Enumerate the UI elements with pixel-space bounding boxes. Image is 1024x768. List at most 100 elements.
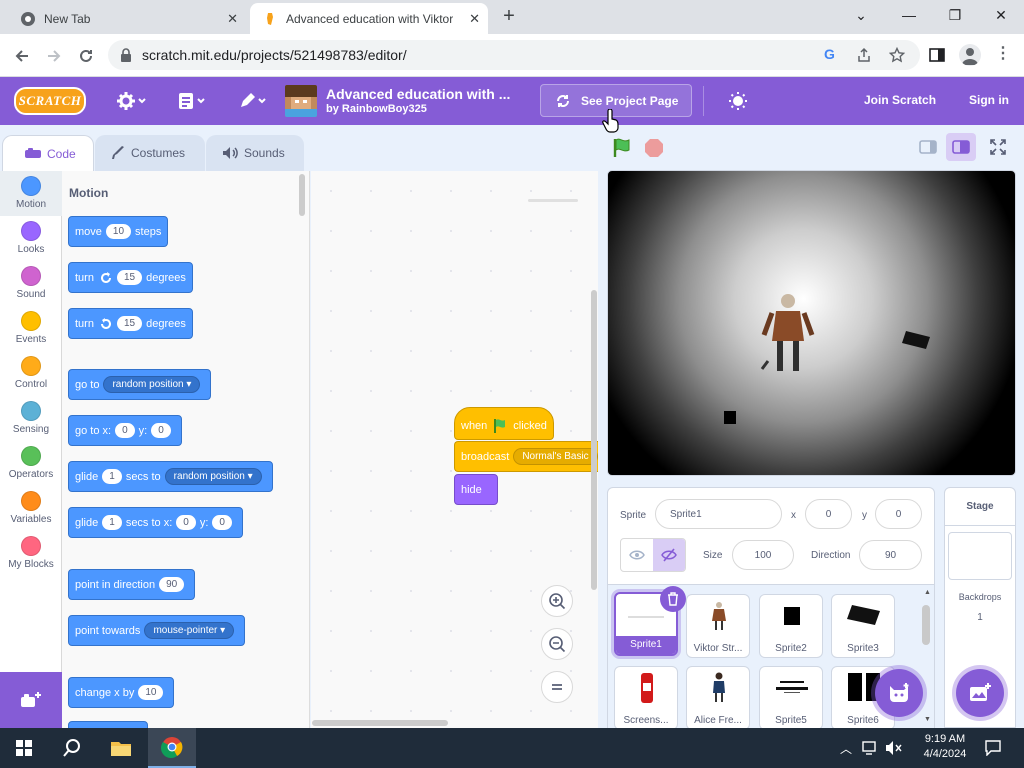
backdrop-thumbnail[interactable] — [948, 532, 1012, 580]
scratch-logo[interactable]: SCRATCH — [14, 87, 86, 115]
start-button[interactable] — [0, 728, 48, 768]
glide-xy-block[interactable]: glide 1 secs to x: 0 y: 0 — [68, 507, 243, 538]
hide-sprite-button[interactable] — [653, 539, 685, 571]
close-window-button[interactable]: ✕ — [978, 0, 1024, 30]
zoom-out-button[interactable] — [541, 628, 573, 660]
block-input[interactable]: 15 — [116, 270, 143, 285]
go-to-xy-block[interactable]: go to x: 0 y: 0 — [68, 415, 182, 446]
block-input[interactable]: 0 — [151, 423, 171, 438]
tab-search-button[interactable]: ⌄ — [838, 0, 884, 30]
sprite-tile-sprite3[interactable]: Sprite3 — [831, 594, 895, 658]
black-square-sprite[interactable] — [724, 411, 736, 424]
palette-scrollbar[interactable] — [299, 174, 305, 216]
x-position-input[interactable]: 0 — [805, 499, 852, 529]
category-operators[interactable]: Operators — [0, 441, 62, 486]
theme-lightbulb-icon[interactable] — [728, 91, 748, 111]
point-towards-block[interactable]: point towards mouse-pointer ▾ — [68, 615, 246, 646]
profile-avatar[interactable] — [959, 44, 981, 66]
tab-scratch-project[interactable]: Advanced education with Viktor ✕ — [250, 3, 488, 34]
block-input[interactable]: 15 — [116, 316, 143, 331]
category-sound[interactable]: Sound — [0, 261, 62, 306]
sprite-tile-viktor[interactable]: Viktor Str... — [686, 594, 750, 658]
scroll-down-arrow-icon[interactable]: ▼ — [924, 716, 931, 723]
sprite-tile-sprite2[interactable]: Sprite2 — [759, 594, 823, 658]
forward-button[interactable] — [40, 42, 68, 70]
sprite-tile-alice[interactable]: Alice Fre... — [686, 666, 750, 730]
category-events[interactable]: Events — [0, 306, 62, 351]
category-motion[interactable]: Motion — [0, 171, 62, 216]
category-variables[interactable]: Variables — [0, 486, 62, 531]
category-sensing[interactable]: Sensing — [0, 396, 62, 441]
tab-sounds[interactable]: Sounds — [206, 135, 304, 171]
settings-menu[interactable] — [117, 90, 147, 112]
notification-icon[interactable] — [985, 740, 1001, 756]
black-card-sprite[interactable] — [902, 329, 932, 351]
back-button[interactable] — [8, 42, 36, 70]
stop-button[interactable] — [638, 136, 670, 160]
join-scratch-link[interactable]: Join Scratch — [864, 93, 936, 107]
block-dropdown[interactable]: random position ▾ — [103, 376, 201, 393]
block-input[interactable]: 1 — [102, 469, 122, 484]
normal-stage-button[interactable] — [946, 133, 976, 161]
network-icon[interactable] — [862, 740, 880, 756]
glide-block[interactable]: glide 1 secs to random position ▾ — [68, 461, 273, 492]
sprite-list-scrollbar[interactable] — [922, 605, 930, 645]
category-my-blocks[interactable]: My Blocks — [0, 531, 62, 576]
hide-block[interactable]: hide — [454, 474, 498, 505]
reload-button[interactable] — [72, 42, 100, 70]
side-panel-icon[interactable] — [929, 47, 945, 63]
share-icon[interactable] — [856, 47, 872, 63]
scroll-up-arrow-icon[interactable]: ▲ — [924, 589, 931, 596]
chrome-taskbar-button[interactable] — [148, 728, 196, 768]
block-dropdown[interactable]: Normal's Basic — [513, 448, 598, 465]
zoom-reset-button[interactable] — [541, 671, 573, 703]
project-author[interactable]: by RainbowBoy325 — [326, 103, 427, 115]
block-input[interactable]: 90 — [159, 577, 185, 592]
chrome-menu-icon[interactable]: ⋮ — [995, 43, 1011, 63]
next-motion-block[interactable] — [68, 721, 148, 728]
block-input[interactable]: 0 — [212, 515, 232, 530]
file-menu[interactable] — [177, 90, 207, 112]
close-tab-icon[interactable]: ✕ — [469, 11, 480, 27]
change-x-block[interactable]: change x by 10 — [68, 677, 175, 708]
restore-button[interactable]: ❐ — [932, 0, 978, 30]
broadcast-block[interactable]: broadcast Normal's Basic — [454, 441, 598, 472]
sign-in-link[interactable]: Sign in — [969, 93, 1009, 107]
fullscreen-button[interactable] — [983, 133, 1013, 161]
taskbar-clock[interactable]: 9:19 AM 4/4/2024 — [910, 732, 980, 762]
show-sprite-button[interactable] — [621, 539, 653, 571]
size-input[interactable]: 100 — [732, 540, 794, 570]
minimize-button[interactable]: — — [886, 0, 932, 30]
delete-sprite-button[interactable] — [660, 586, 686, 612]
tray-chevron-icon[interactable]: ︿ — [840, 740, 852, 757]
when-flag-clicked-block[interactable]: when clicked — [454, 407, 554, 440]
go-to-block[interactable]: go to random position ▾ — [68, 369, 212, 400]
y-position-input[interactable]: 0 — [875, 499, 922, 529]
stage-canvas[interactable] — [607, 170, 1016, 476]
zoom-in-button[interactable] — [541, 585, 573, 617]
omnibox[interactable]: scratch.mit.edu/projects/521498783/edito… — [108, 40, 920, 70]
turn-right-block[interactable]: turn 15 degrees — [68, 262, 193, 293]
taskbar-search-button[interactable] — [48, 728, 96, 768]
sprite-tile-screenshot[interactable]: Screens... — [614, 666, 678, 730]
close-tab-icon[interactable]: ✕ — [227, 11, 238, 27]
small-stage-button[interactable] — [913, 133, 943, 161]
sprite-name-input[interactable]: Sprite1 — [655, 499, 782, 529]
script-hscrollbar[interactable] — [312, 720, 448, 726]
choose-backdrop-button[interactable] — [956, 669, 1004, 717]
tab-new-tab[interactable]: New Tab ✕ — [8, 3, 246, 34]
category-looks[interactable]: Looks — [0, 216, 62, 261]
sprite-tile-sprite5[interactable]: Sprite5 — [759, 666, 823, 730]
script-vscrollbar[interactable] — [591, 290, 597, 590]
new-tab-button[interactable]: + — [499, 6, 519, 26]
project-title[interactable]: Advanced education with ... — [326, 86, 510, 102]
green-flag-button[interactable] — [606, 136, 638, 160]
block-dropdown[interactable]: random position ▾ — [164, 468, 262, 485]
block-input[interactable]: 1 — [102, 515, 122, 530]
category-control[interactable]: Control — [0, 351, 62, 396]
bookmark-star-icon[interactable] — [889, 47, 905, 63]
block-dropdown[interactable]: mouse-pointer ▾ — [144, 622, 235, 639]
edit-menu[interactable] — [238, 90, 268, 112]
add-extension-button[interactable] — [0, 672, 62, 728]
viktor-character-sprite[interactable] — [758, 291, 818, 377]
